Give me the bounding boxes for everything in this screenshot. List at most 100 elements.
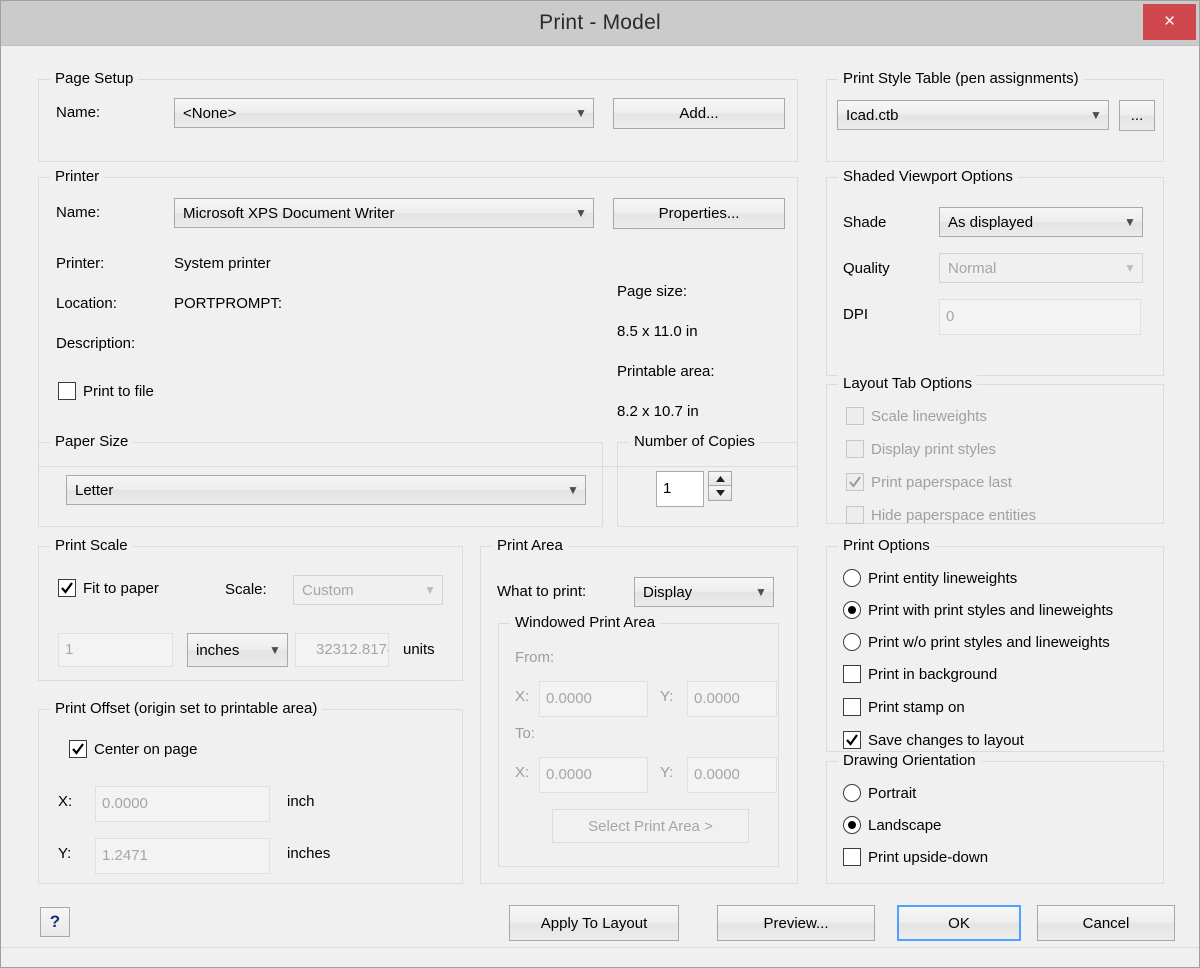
- add-page-setup-button[interactable]: Add...: [613, 98, 785, 129]
- print-upside-down-label: Print upside-down: [868, 849, 988, 866]
- select-print-area-button[interactable]: Select Print Area >: [552, 809, 749, 843]
- radio-print-entity-lineweights-label: Print entity lineweights: [868, 570, 1017, 587]
- copies-input[interactable]: 1: [656, 471, 704, 507]
- paper-size-group: Paper Size Letter ▼: [38, 442, 603, 527]
- scale-combo[interactable]: Custom ▼: [293, 575, 443, 605]
- page-setup-group: Page Setup Name: <None> ▼ Add...: [38, 79, 798, 162]
- print-options-legend: Print Options: [838, 537, 935, 554]
- print-stamp-on-box: [843, 698, 861, 716]
- print-style-table-browse-button[interactable]: ...: [1119, 100, 1155, 131]
- paper-size-legend: Paper Size: [50, 433, 133, 450]
- window-from-y-input[interactable]: 0.0000: [687, 681, 777, 717]
- chevron-down-icon: ▼: [418, 584, 442, 596]
- footer-divider: [1, 947, 1199, 948]
- chevron-down-icon: ▼: [569, 207, 593, 219]
- scale-unit-combo[interactable]: inches ▼: [187, 633, 288, 667]
- printable-area-label: Printable area:: [617, 363, 715, 380]
- offset-x-input[interactable]: 0.0000: [95, 786, 270, 822]
- window-title: Print - Model: [1, 11, 1199, 35]
- drawing-orientation-group: Drawing Orientation Portrait Landscape P…: [826, 761, 1164, 884]
- scale-unit-value: inches: [188, 642, 263, 659]
- radio-landscape[interactable]: Landscape: [843, 816, 941, 834]
- print-in-background-checkbox[interactable]: Print in background: [843, 665, 997, 683]
- copies-stepper-down[interactable]: [708, 486, 732, 501]
- close-icon[interactable]: ×: [1143, 4, 1196, 40]
- print-dialog-window: Print - Model × Page Setup Name: <None> …: [0, 0, 1200, 968]
- radio-indicator: [843, 816, 861, 834]
- center-on-page-checkbox[interactable]: Center on page: [69, 740, 197, 758]
- display-print-styles-checkbox[interactable]: Display print styles: [846, 440, 996, 458]
- paper-size-combo[interactable]: Letter ▼: [66, 475, 586, 505]
- number-of-copies-legend: Number of Copies: [629, 433, 760, 450]
- print-paperspace-last-checkbox[interactable]: Print paperspace last: [846, 473, 1012, 491]
- copies-stepper-up[interactable]: [708, 471, 732, 486]
- apply-to-layout-button[interactable]: Apply To Layout: [509, 905, 679, 941]
- print-style-table-legend: Print Style Table (pen assignments): [838, 70, 1084, 87]
- printer-description-label: Description:: [56, 335, 135, 352]
- scale-numerator-input[interactable]: 1: [58, 633, 173, 667]
- window-to-y-input[interactable]: 0.0000: [687, 757, 777, 793]
- print-style-table-group: Print Style Table (pen assignments) Icad…: [826, 79, 1164, 162]
- print-stamp-on-checkbox[interactable]: Print stamp on: [843, 698, 965, 716]
- print-upside-down-checkbox[interactable]: Print upside-down: [843, 848, 988, 866]
- scale-lineweights-label: Scale lineweights: [871, 408, 987, 425]
- windowed-print-area-legend: Windowed Print Area: [510, 614, 660, 631]
- radio-print-with-styles[interactable]: Print with print styles and lineweights: [843, 601, 1113, 619]
- printer-name-combo[interactable]: Microsoft XPS Document Writer ▼: [174, 198, 594, 228]
- hide-paperspace-entities-checkbox[interactable]: Hide paperspace entities: [846, 506, 1036, 524]
- display-print-styles-box: [846, 440, 864, 458]
- radio-portrait-label: Portrait: [868, 785, 916, 802]
- scale-denominator-input[interactable]: 32312.8174: [295, 633, 389, 667]
- print-style-table-value: Icad.ctb: [838, 107, 1084, 124]
- radio-portrait[interactable]: Portrait: [843, 784, 916, 802]
- center-on-page-box: [69, 740, 87, 758]
- print-to-file-checkbox[interactable]: Print to file: [58, 382, 154, 400]
- chevron-down-icon: ▼: [749, 586, 773, 598]
- shade-label: Shade: [843, 214, 886, 231]
- page-setup-name-label: Name:: [56, 104, 100, 121]
- quality-value: Normal: [940, 260, 1118, 277]
- printer-group: Printer Name: Microsoft XPS Document Wri…: [38, 177, 798, 467]
- print-paperspace-last-label: Print paperspace last: [871, 474, 1012, 491]
- printable-area-value: 8.2 x 10.7 in: [617, 403, 699, 420]
- copies-stepper[interactable]: [708, 471, 732, 501]
- save-changes-to-layout-checkbox[interactable]: Save changes to layout: [843, 731, 1024, 749]
- window-from-x-input[interactable]: 0.0000: [539, 681, 648, 717]
- quality-combo[interactable]: Normal ▼: [939, 253, 1143, 283]
- radio-print-without-styles[interactable]: Print w/o print styles and lineweights: [843, 633, 1110, 651]
- display-print-styles-label: Display print styles: [871, 441, 996, 458]
- print-upside-down-box: [843, 848, 861, 866]
- ok-button[interactable]: OK: [897, 905, 1021, 941]
- radio-indicator: [843, 569, 861, 587]
- printer-location-label: Location:: [56, 295, 117, 312]
- offset-y-unit: inches: [287, 845, 330, 862]
- shade-combo[interactable]: As displayed ▼: [939, 207, 1143, 237]
- radio-print-entity-lineweights[interactable]: Print entity lineweights: [843, 569, 1017, 587]
- radio-indicator: [843, 784, 861, 802]
- fit-to-paper-checkbox[interactable]: Fit to paper: [58, 579, 159, 597]
- preview-button[interactable]: Preview...: [717, 905, 875, 941]
- window-to-y-label: Y:: [660, 764, 673, 781]
- hide-paperspace-entities-box: [846, 506, 864, 524]
- page-setup-legend: Page Setup: [50, 70, 138, 87]
- scale-units-label: units: [403, 641, 435, 658]
- what-to-print-combo[interactable]: Display ▼: [634, 577, 774, 607]
- help-button[interactable]: ?: [40, 907, 70, 937]
- print-style-table-combo[interactable]: Icad.ctb ▼: [837, 100, 1109, 130]
- dialog-body: Page Setup Name: <None> ▼ Add... Printer…: [1, 46, 1199, 967]
- cancel-button[interactable]: Cancel: [1037, 905, 1175, 941]
- scale-lineweights-checkbox[interactable]: Scale lineweights: [846, 407, 987, 425]
- window-to-x-input[interactable]: 0.0000: [539, 757, 648, 793]
- offset-y-input[interactable]: 1.2471: [95, 838, 270, 874]
- save-changes-to-layout-label: Save changes to layout: [868, 732, 1024, 749]
- radio-print-without-styles-label: Print w/o print styles and lineweights: [868, 634, 1110, 651]
- dpi-input[interactable]: 0: [939, 299, 1141, 335]
- page-setup-name-combo[interactable]: <None> ▼: [174, 98, 594, 128]
- shaded-viewport-options-group: Shaded Viewport Options Shade As display…: [826, 177, 1164, 376]
- layout-tab-options-group: Layout Tab Options Scale lineweights Dis…: [826, 384, 1164, 524]
- quality-label: Quality: [843, 260, 890, 277]
- chevron-down-icon: ▼: [1118, 216, 1142, 228]
- print-options-group: Print Options Print entity lineweights P…: [826, 546, 1164, 752]
- window-from-y-label: Y:: [660, 688, 673, 705]
- printer-properties-button[interactable]: Properties...: [613, 198, 785, 229]
